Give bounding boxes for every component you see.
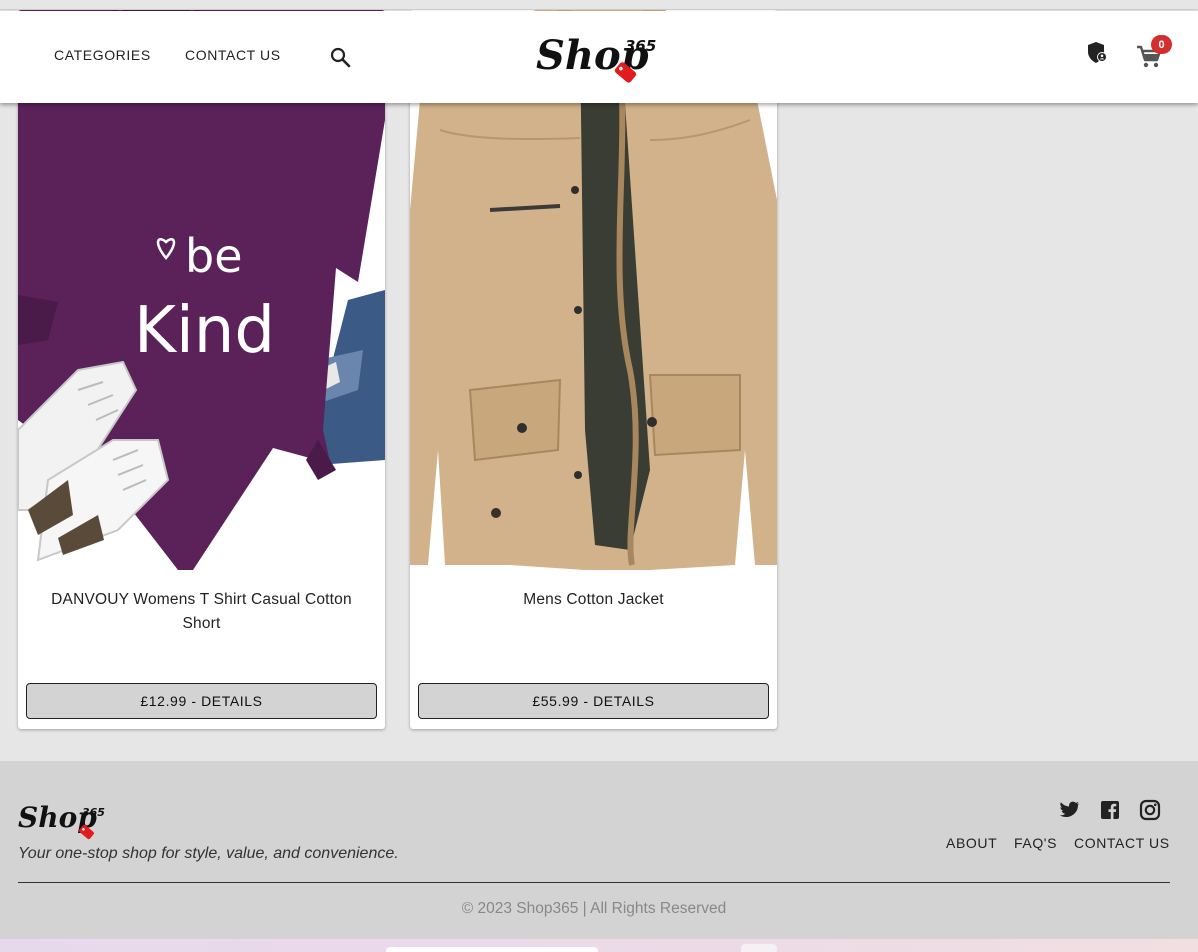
product-title[interactable]: DANVOUY Womens T Shirt Casual Cotton Sho… [38, 588, 365, 636]
copyright-text: © 2023 Shop365 | All Rights Reserved [461, 900, 727, 917]
tshirt-print-be: be [185, 229, 243, 283]
taskbar-app-icon[interactable] [741, 944, 777, 952]
product-details-button[interactable]: £12.99 - DETAILS [26, 683, 377, 719]
site-logo[interactable]: Shop 365 [534, 25, 659, 85]
twitter-icon[interactable] [1058, 799, 1080, 821]
footer-logo-number: 365 [82, 806, 105, 819]
instagram-icon[interactable] [1139, 799, 1161, 821]
user-shield-icon[interactable] [1086, 41, 1108, 65]
footer-logo[interactable]: Shop 365 [18, 797, 110, 841]
facebook-icon[interactable] [1099, 799, 1121, 821]
logo-number: 365 [625, 37, 656, 55]
nav-categories[interactable]: CATEGORIES [54, 47, 151, 63]
nav-contact-us[interactable]: CONTACT US [185, 47, 281, 63]
site-footer: Shop 365 Your one-stop shop for style, v… [0, 761, 1198, 939]
footer-tagline: Your one-stop shop for style, value, and… [18, 845, 399, 862]
footer-link-faqs[interactable]: FAQ'S [1014, 835, 1057, 851]
search-icon[interactable] [329, 46, 351, 68]
footer-link-about[interactable]: ABOUT [946, 835, 997, 851]
site-header: CATEGORIES CONTACT US Shop 365 0 [0, 11, 1198, 103]
browser-top-strip [0, 0, 1198, 10]
product-card[interactable]: be Kind DANVOUY Womens T Shirt Casual Co… [18, 10, 385, 729]
taskbar-search-box[interactable] [386, 947, 598, 952]
cart-count-badge: 0 [1151, 35, 1172, 54]
product-grid: be Kind DANVOUY Womens T Shirt Casual Co… [0, 10, 1198, 761]
product-details-button[interactable]: £55.99 - DETAILS [418, 683, 769, 719]
product-card[interactable]: Mens Cotton Jacket £55.99 - DETAILS [410, 10, 777, 729]
product-title[interactable]: Mens Cotton Jacket [430, 588, 757, 612]
tshirt-print-kind: Kind [134, 294, 275, 368]
footer-link-contact-us[interactable]: CONTACT US [1074, 835, 1170, 851]
os-taskbar-strip [0, 939, 1198, 952]
footer-divider [18, 882, 1170, 883]
